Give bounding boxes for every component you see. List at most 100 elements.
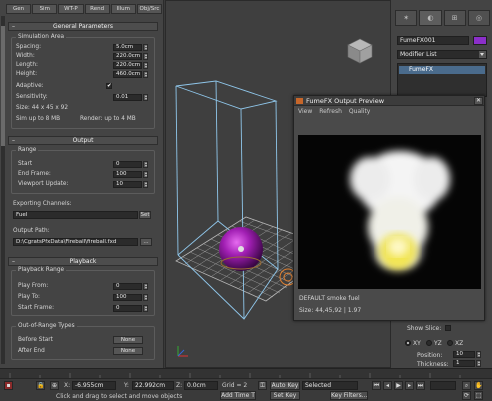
- axis-tripod-icon: [177, 346, 188, 357]
- spacing-input[interactable]: 5.0cm: [113, 44, 142, 51]
- stack-item-fumefx[interactable]: FumeFX: [399, 66, 485, 74]
- radio-yz[interactable]: [426, 340, 432, 346]
- rollout-output[interactable]: – Output: [8, 136, 158, 145]
- spinner-arrows-icon[interactable]: [143, 283, 148, 290]
- go-to-end-icon[interactable]: ⏭: [416, 381, 425, 390]
- absolute-mode-icon[interactable]: ⊕: [50, 381, 59, 390]
- z-coord-label: Z:: [176, 382, 183, 389]
- auto-key-button[interactable]: Auto Key: [270, 381, 300, 390]
- output-preview-window[interactable]: FumeFX Output Preview ✕ View Refresh Qua…: [293, 95, 485, 321]
- end-frame-input[interactable]: 100: [113, 171, 142, 178]
- y-coord-label: Y:: [124, 382, 129, 389]
- radio-xy[interactable]: [405, 340, 411, 346]
- spinner-arrows-icon[interactable]: [143, 171, 148, 178]
- exporting-channels-field[interactable]: Fuel: [13, 211, 138, 219]
- rollout-general-parameters[interactable]: – General Parameters: [8, 22, 158, 31]
- radio-xz[interactable]: [447, 340, 453, 346]
- motion-tab-icon[interactable]: ◎: [467, 10, 490, 26]
- fire-render-image: [350, 151, 450, 271]
- show-slice-checkbox[interactable]: [445, 325, 451, 331]
- viewport-update-input[interactable]: 10: [113, 181, 142, 188]
- panel-scrollbar[interactable]: [1, 16, 5, 364]
- rollout-title: General Parameters: [53, 23, 113, 30]
- go-to-start-icon[interactable]: ⏮: [372, 381, 381, 390]
- selection-set-dropdown[interactable]: Selected: [302, 381, 358, 390]
- before-start-label: Before Start: [18, 337, 53, 343]
- play-icon[interactable]: ▶: [394, 381, 403, 390]
- start-frame-input[interactable]: 0: [113, 161, 142, 168]
- slice-thickness-input[interactable]: 1: [453, 360, 475, 367]
- z-coord-field[interactable]: 0.0cm: [184, 381, 218, 390]
- hierarchy-tab-icon[interactable]: ⊞: [443, 10, 466, 26]
- chevron-down-icon[interactable]: [479, 51, 486, 58]
- before-start-button[interactable]: None: [113, 336, 143, 344]
- browse-button[interactable]: ...: [140, 238, 152, 246]
- spinner-arrows-icon[interactable]: [143, 161, 148, 168]
- tab-gen[interactable]: Gen: [6, 4, 32, 14]
- viewport-update-label: Viewport Update:: [18, 181, 69, 187]
- zoom-icon[interactable]: ⌕: [462, 381, 471, 390]
- spinner-arrows-icon[interactable]: [143, 294, 148, 301]
- maxscript-listener-icon[interactable]: ▪: [4, 381, 13, 390]
- after-end-button[interactable]: None: [113, 347, 143, 355]
- spinner-arrows-icon[interactable]: [143, 181, 148, 188]
- lock-selection-icon[interactable]: 🔒: [36, 381, 45, 390]
- adaptive-label: Adaptive:: [16, 83, 44, 89]
- scrollbar-thumb[interactable]: [1, 26, 5, 146]
- set-button[interactable]: Set: [139, 211, 151, 219]
- tab-objsrc[interactable]: Obj/Src: [136, 4, 163, 14]
- current-frame-field[interactable]: [430, 381, 456, 390]
- preview-title: FumeFX Output Preview: [306, 97, 385, 105]
- tab-illum[interactable]: Illum: [110, 4, 136, 14]
- y-coord-field[interactable]: 22.992cm: [132, 381, 174, 390]
- spinner-arrows-icon[interactable]: [476, 360, 481, 367]
- key-icon[interactable]: ⚿: [258, 381, 267, 390]
- create-tab-icon[interactable]: ✶: [395, 10, 418, 26]
- play-to-input[interactable]: 100: [113, 294, 142, 301]
- previous-frame-icon[interactable]: ◂: [383, 381, 392, 390]
- menu-refresh[interactable]: Refresh: [319, 108, 342, 116]
- key-filters-button[interactable]: Key Filters...: [330, 391, 368, 400]
- preview-title-bar[interactable]: FumeFX Output Preview ✕: [294, 96, 484, 106]
- slice-position-input[interactable]: 10: [453, 351, 475, 358]
- spinner-arrows-icon[interactable]: [143, 44, 148, 51]
- spinner-arrows-icon[interactable]: [476, 351, 481, 358]
- rollout-playback[interactable]: – Playback: [8, 257, 158, 266]
- time-slider-track[interactable]: [0, 368, 492, 379]
- modify-tab-icon[interactable]: ◐: [419, 10, 442, 26]
- x-coord-field[interactable]: -6.955cm: [72, 381, 116, 390]
- spinner-arrows-icon[interactable]: [143, 305, 148, 312]
- pan-icon[interactable]: ✋: [474, 381, 483, 390]
- output-path-field[interactable]: D:\CgratsPfxData\Fireball\fireball.fxd: [13, 238, 138, 246]
- sensitivity-input[interactable]: 0.01: [113, 94, 142, 101]
- playback-start-frame-input[interactable]: 0: [113, 305, 142, 312]
- orbit-icon[interactable]: ⟳: [462, 391, 471, 400]
- adaptive-checkbox[interactable]: ✔: [106, 83, 112, 89]
- set-key-button[interactable]: Set Key: [270, 391, 300, 400]
- spinner-arrows-icon[interactable]: [143, 94, 148, 101]
- object-color-swatch[interactable]: [473, 36, 487, 45]
- spinner-arrows-icon[interactable]: [143, 53, 148, 60]
- modifier-list-dropdown[interactable]: Modifier List: [397, 50, 487, 59]
- length-input[interactable]: 220.0cm: [113, 62, 142, 69]
- maximize-viewport-icon[interactable]: ⬚: [474, 391, 483, 400]
- tab-rend[interactable]: Rend: [84, 4, 110, 14]
- spinner-arrows-icon[interactable]: [143, 71, 148, 78]
- width-input[interactable]: 220.0cm: [113, 53, 142, 60]
- rollout-title: Playback: [69, 258, 97, 265]
- spinner-arrows-icon[interactable]: [143, 62, 148, 69]
- tab-wtp[interactable]: WT-P: [58, 4, 84, 14]
- play-to-label: Play To:: [18, 294, 40, 300]
- add-time-tag-button[interactable]: Add Time T: [220, 391, 256, 400]
- menu-view[interactable]: View: [298, 108, 312, 116]
- parameter-tabs: Gen Sim WT-P Rend Illum Obj/Src: [6, 4, 163, 14]
- tab-sim[interactable]: Sim: [32, 4, 58, 14]
- height-input[interactable]: 460.0cm: [113, 71, 142, 78]
- collapse-icon: –: [12, 23, 15, 30]
- object-name-field[interactable]: FumeFX001: [397, 36, 469, 45]
- close-icon[interactable]: ✕: [474, 97, 483, 105]
- next-frame-icon[interactable]: ▸: [405, 381, 414, 390]
- play-from-input[interactable]: 0: [113, 283, 142, 290]
- output-path-label: Output Path:: [13, 228, 50, 234]
- menu-quality[interactable]: Quality: [349, 108, 370, 116]
